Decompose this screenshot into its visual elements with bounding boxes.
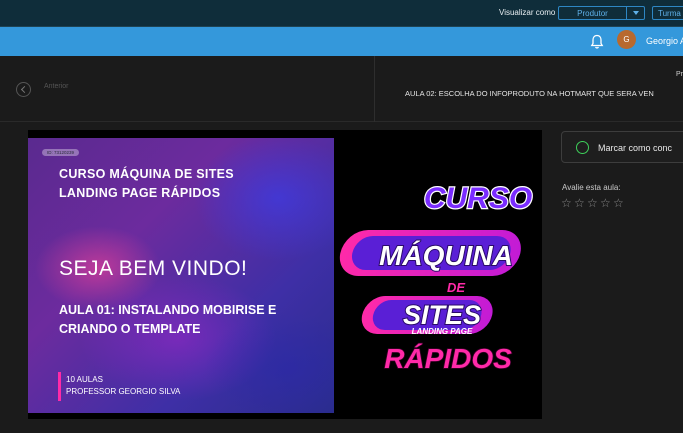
accent-bar [58, 372, 61, 401]
mark-complete-label: Marcar como conc [598, 143, 673, 153]
course-logo: CURSO MÁQUINA DE SITES LANDING PAGE RÁPI… [339, 181, 533, 375]
logo-sites: SITES [403, 300, 481, 330]
chevron-left-icon[interactable] [16, 82, 31, 97]
top-admin-bar: Visualizar como Produtor Turma [0, 0, 683, 27]
lesson-navigation: Anterior Pr AULA 02: ESCOLHA DO INFOPROD… [0, 56, 683, 122]
chevron-down-icon[interactable] [626, 7, 644, 19]
star-icon[interactable]: ☆ [574, 197, 586, 209]
view-as-select[interactable]: Produtor [558, 6, 645, 20]
bell-icon[interactable] [590, 34, 604, 50]
star-icon[interactable]: ☆ [561, 197, 573, 209]
turma-label: Turma [658, 9, 681, 18]
course-title-line1: CURSO MÁQUINA DE SITES [59, 167, 234, 181]
circle-check-icon [576, 141, 589, 154]
lesson-title-line2: CRIANDO O TEMPLATE [59, 322, 201, 336]
video-player[interactable]: ID: 73120239 CURSO MÁQUINA DE SITES LAND… [28, 130, 542, 419]
mark-complete-button[interactable]: Marcar como conc [561, 131, 683, 163]
welcome-heading: SEJA BEM VINDO! [59, 257, 248, 280]
app-header [0, 27, 683, 56]
nav-divider [374, 56, 375, 122]
star-icon[interactable]: ☆ [600, 197, 612, 209]
star-icon[interactable]: ☆ [613, 197, 625, 209]
avatar[interactable]: G [617, 30, 636, 49]
rate-lesson-label: Avalie esta aula: [562, 183, 621, 192]
next-lesson-title[interactable]: AULA 02: ESCOLHA DO INFOPRODUTO NA HOTMA… [405, 89, 654, 98]
logo-maquina: MÁQUINA [379, 240, 513, 271]
star-icon[interactable]: ☆ [587, 197, 599, 209]
logo-landing-page: LANDING PAGE [412, 327, 473, 336]
next-lesson-label: Pr [676, 71, 683, 78]
logo-rapidos: RÁPIDOS [384, 343, 512, 374]
lesson-count: 10 AULAS [66, 375, 103, 384]
star-rating[interactable]: ☆ ☆ ☆ ☆ ☆ [561, 197, 625, 209]
professor-name: PROFESSOR GEORGIO SILVA [66, 387, 181, 396]
view-as-label: Visualizar como [499, 8, 556, 17]
logo-curso: CURSO [424, 182, 532, 215]
turma-select[interactable]: Turma [652, 6, 683, 20]
view-as-value: Produtor [577, 9, 608, 18]
previous-lesson-link[interactable]: Anterior [44, 83, 69, 90]
logo-de: DE [447, 280, 465, 295]
lesson-title-line1: AULA 01: INSTALANDO MOBIRISE E [59, 303, 277, 317]
course-slide: ID: 73120239 CURSO MÁQUINA DE SITES LAND… [28, 138, 334, 413]
course-title-line2: LANDING PAGE RÁPIDOS [59, 186, 221, 200]
video-id-tag: ID: 73120239 [42, 149, 80, 156]
user-name[interactable]: Georgio A [646, 36, 683, 46]
